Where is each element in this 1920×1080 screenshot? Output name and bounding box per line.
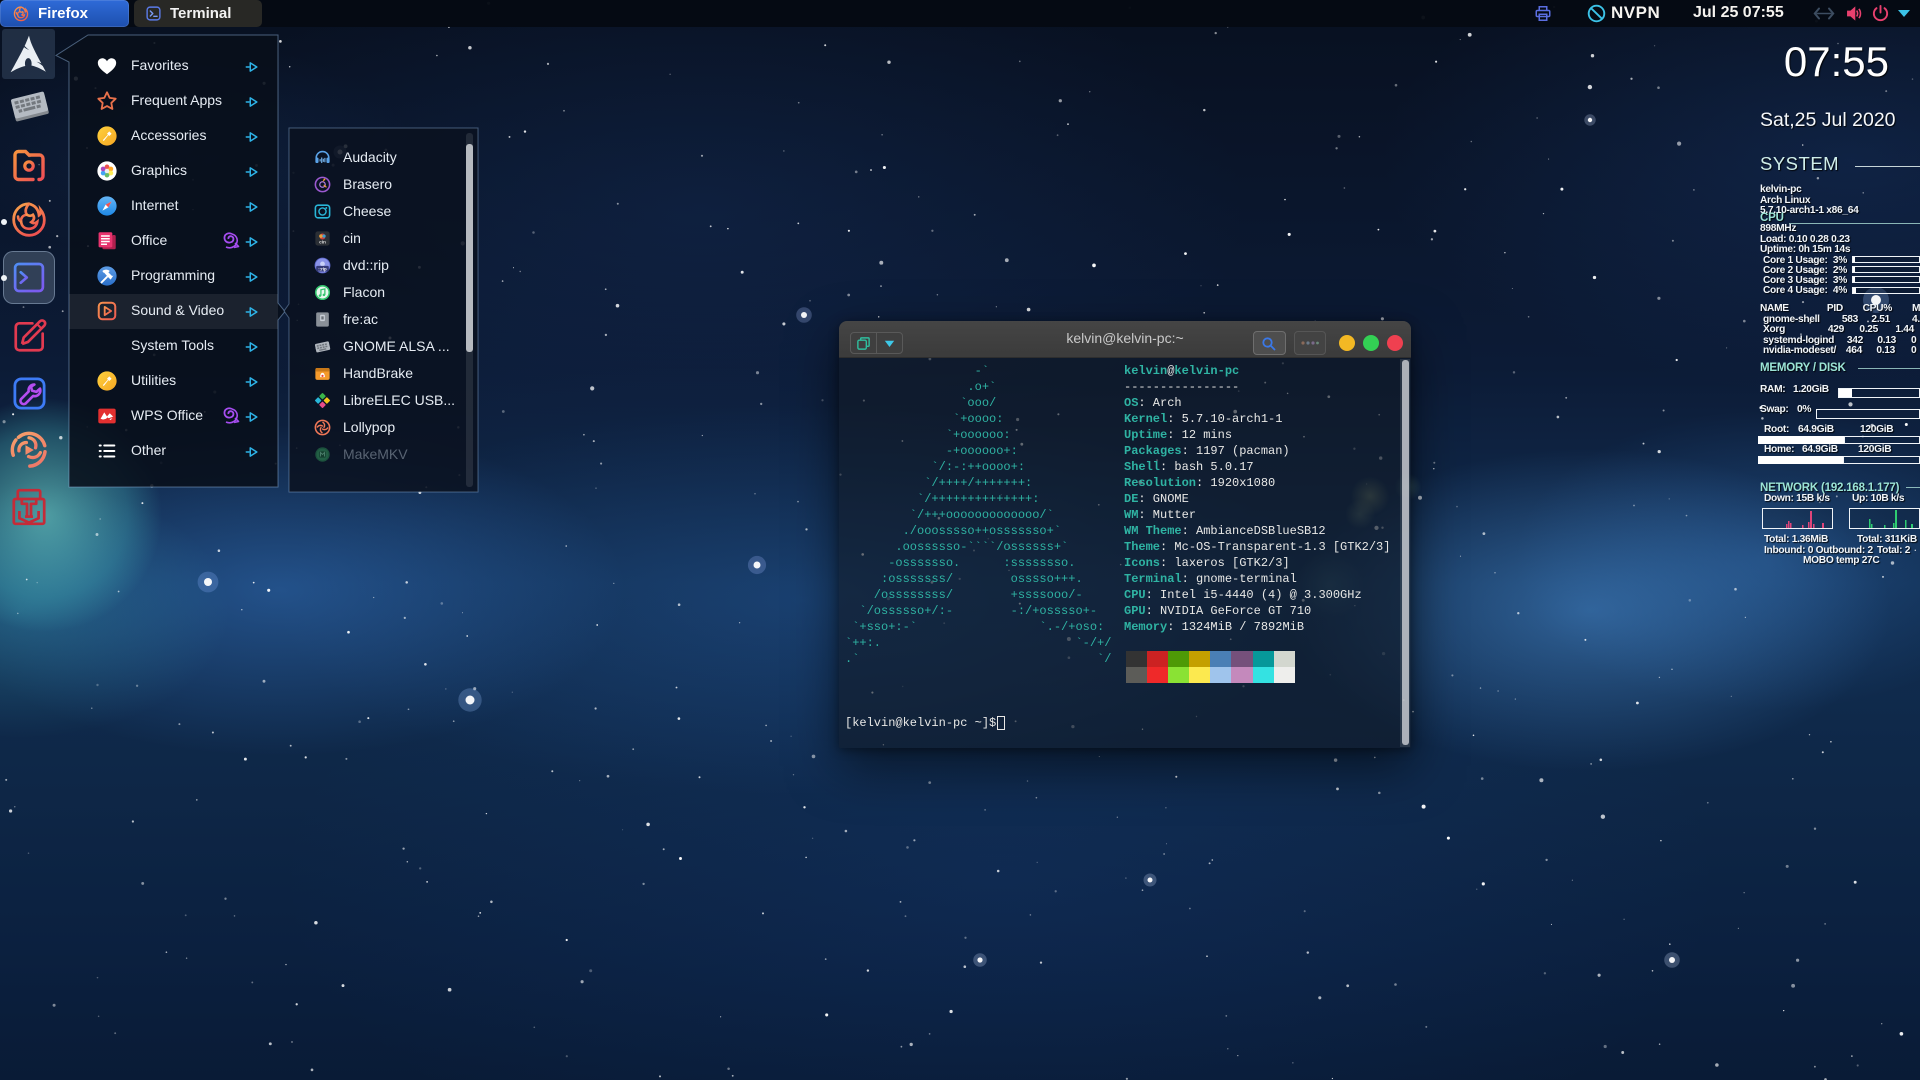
svg-text:cin: cin [319,239,326,245]
svg-text:::rip: ::rip [318,266,327,271]
